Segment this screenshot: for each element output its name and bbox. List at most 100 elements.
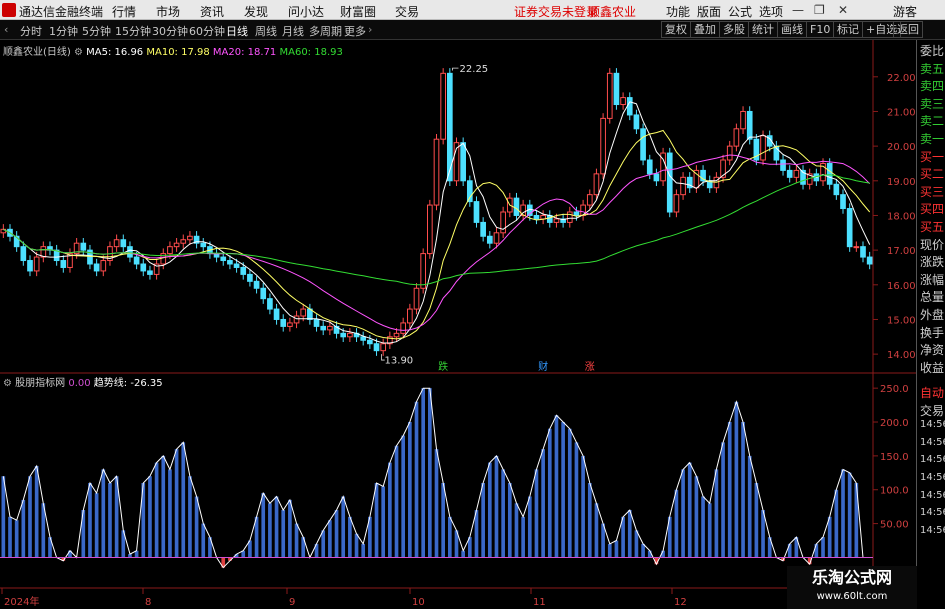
x-tick-label: 9 — [289, 597, 295, 608]
candle-body — [433, 138, 440, 206]
chevron-right-icon[interactable]: › — [368, 23, 372, 36]
side-label[interactable]: 换手 — [920, 324, 944, 341]
side-label[interactable]: 总量 — [920, 288, 944, 305]
restore-icon[interactable]: ❐ — [814, 3, 825, 17]
candle-body — [420, 253, 427, 289]
candle-body — [740, 110, 746, 130]
y-tick-label: 14.00 — [887, 350, 916, 361]
side-label[interactable]: 涨跌 — [920, 253, 944, 270]
btn-draw[interactable]: 画线 — [777, 21, 807, 38]
side-label-lower[interactable]: 14:56 — [920, 437, 945, 448]
tab-1min[interactable]: 1分钟 — [49, 23, 78, 39]
side-label[interactable]: 买五 — [920, 218, 944, 235]
side-label-lower[interactable]: 14:56 — [920, 490, 945, 501]
side-label[interactable]: 卖五 — [920, 60, 944, 77]
chart-area[interactable]: 22.00 21.00 20.00 19.00 18.00 17.00 16.00 15.00… — [0, 40, 916, 609]
settings-icon[interactable]: ⚙ — [3, 378, 12, 389]
menu-market[interactable]: 行情 — [112, 3, 136, 20]
candle-body — [293, 315, 300, 324]
btn-adjust[interactable]: 复权 — [661, 21, 691, 38]
side-label[interactable]: 委比 — [920, 42, 944, 59]
menu-assistant[interactable]: 问小达 — [288, 3, 324, 20]
tab-30min[interactable]: 30分钟 — [152, 23, 188, 39]
side-label[interactable]: 净资 — [920, 341, 944, 358]
side-label[interactable]: 卖四 — [920, 77, 944, 94]
menu-function[interactable]: 功能 — [666, 3, 690, 20]
tab-60min[interactable]: 60分钟 — [189, 23, 225, 39]
sub-chart-title: 股朋指标网 — [15, 378, 66, 389]
side-label-lower[interactable]: 14:56 — [920, 525, 945, 536]
candle-body — [733, 128, 740, 147]
close-icon[interactable]: ✕ — [838, 3, 848, 17]
y-tick-label: 21.00 — [887, 107, 916, 118]
side-label[interactable]: 现价 — [920, 236, 944, 253]
side-label[interactable]: 买一 — [920, 148, 944, 165]
tab-daily[interactable]: 日线 — [226, 23, 248, 39]
menu-options[interactable]: 选项 — [759, 3, 783, 20]
side-label[interactable]: 买二 — [920, 165, 944, 182]
sub-value: 0.00 — [68, 378, 91, 389]
btn-mark[interactable]: 标记 — [833, 21, 863, 38]
candle-body — [786, 169, 793, 178]
side-label-lower[interactable]: 14:56 — [920, 454, 945, 465]
tab-15min[interactable]: 15分钟 — [115, 23, 151, 39]
candle-body — [347, 332, 353, 338]
candle-body — [600, 117, 606, 175]
candle-body — [100, 260, 107, 272]
login-alert[interactable]: 证券交易未登录 — [514, 3, 598, 20]
candle-body — [167, 246, 173, 255]
btn-stats[interactable]: 统计 — [748, 21, 778, 38]
candle-body — [240, 266, 247, 275]
candle-body — [593, 173, 600, 196]
candle-body — [780, 159, 786, 171]
menu-fortune[interactable]: 财富圈 — [340, 3, 376, 20]
tab-multi-period[interactable]: 多周期 — [309, 23, 342, 39]
candle-body — [726, 145, 733, 161]
side-label[interactable]: 收益 — [920, 359, 944, 376]
side-label-lower[interactable]: 14:56 — [920, 472, 945, 483]
minimize-icon[interactable]: — — [792, 3, 804, 17]
tab-weekly[interactable]: 周线 — [255, 23, 277, 39]
user-guest[interactable]: 游客 — [893, 3, 917, 20]
y-tick-label: 22.00 — [887, 73, 916, 84]
btn-f10[interactable]: F10 — [806, 21, 835, 38]
side-label[interactable]: 买四 — [920, 200, 944, 217]
tab-intraday[interactable]: 分时 — [20, 23, 42, 39]
menu-discover[interactable]: 发现 — [244, 3, 268, 20]
side-label[interactable]: 卖二 — [920, 112, 944, 129]
side-label[interactable]: 外盘 — [920, 306, 944, 323]
chart-canvas[interactable]: 22.00 21.00 20.00 19.00 18.00 17.00 16.00 15.00… — [0, 40, 916, 609]
side-label-lower[interactable]: 自动 — [920, 384, 944, 401]
candle-body — [393, 332, 400, 338]
settings-icon[interactable]: ⚙ — [74, 47, 83, 58]
trend-value: -26.35 — [130, 378, 163, 389]
tab-monthly[interactable]: 月线 — [282, 23, 304, 39]
menu-formula[interactable]: 公式 — [728, 3, 752, 20]
side-label[interactable]: 涨幅 — [920, 271, 944, 288]
btn-overlay[interactable]: 叠加 — [690, 21, 720, 38]
menu-news[interactable]: 资讯 — [200, 3, 224, 20]
app-name: 通达信金融终端 — [19, 5, 104, 19]
side-label-lower[interactable]: 交易 — [920, 402, 944, 419]
y-tick-label: 18.00 — [887, 211, 916, 222]
candle-body — [533, 214, 540, 220]
candle-body — [300, 308, 307, 317]
btn-multi-stock[interactable]: 多股 — [719, 21, 749, 38]
ma60-label: MA60: 18.93 — [279, 47, 343, 58]
candle-body — [233, 263, 240, 268]
candle-body — [340, 332, 347, 338]
menu-layout[interactable]: 版面 — [697, 3, 721, 20]
candle-body — [127, 246, 133, 258]
side-label[interactable]: 买三 — [920, 183, 944, 200]
candle-body — [120, 239, 127, 248]
side-label-lower[interactable]: 14:56 — [920, 507, 945, 518]
tab-5min[interactable]: 5分钟 — [82, 23, 111, 39]
side-label[interactable]: 卖一 — [920, 130, 944, 147]
menu-markets[interactable]: 市场 — [156, 3, 180, 20]
btn-back[interactable]: 返回 — [893, 21, 923, 38]
menu-trade[interactable]: 交易 — [395, 3, 419, 20]
event-mark: 财 — [538, 360, 548, 373]
tab-more[interactable]: 更多 — [344, 23, 366, 39]
side-label-lower[interactable]: 14:56 — [920, 419, 945, 430]
side-label[interactable]: 卖三 — [920, 95, 944, 112]
